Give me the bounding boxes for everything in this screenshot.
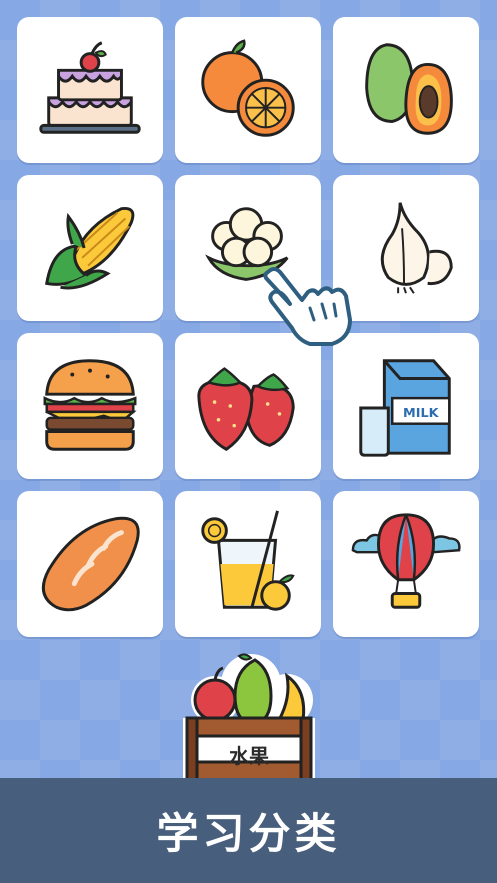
tile-strawberry[interactable] <box>175 333 321 479</box>
tile-papaya[interactable] <box>333 17 479 163</box>
bread-icon <box>41 516 140 612</box>
fruit-category-crate[interactable]: 水果 <box>175 648 323 794</box>
strawberry-icon <box>197 367 295 451</box>
tile-bread[interactable] <box>17 491 163 637</box>
tile-burger[interactable] <box>17 333 163 479</box>
tile-cake[interactable] <box>17 17 163 163</box>
category-label: 水果 <box>229 744 269 768</box>
food-grid: MILK <box>17 17 479 637</box>
hot-air-balloon-icon <box>351 513 461 609</box>
papaya-icon <box>365 43 453 135</box>
garlic-icon <box>380 202 453 294</box>
page-title: 学习分类 <box>156 809 341 858</box>
cauliflower-icon <box>205 207 289 281</box>
milk-icon: MILK <box>359 359 451 457</box>
tile-juice[interactable] <box>175 491 321 637</box>
juice-icon <box>201 510 295 611</box>
fruit-crate-icon <box>183 653 315 788</box>
burger-icon <box>43 359 137 451</box>
tile-milk[interactable]: MILK <box>333 333 479 479</box>
corn-icon <box>45 206 135 290</box>
svg-text:MILK: MILK <box>403 406 440 421</box>
tile-orange[interactable] <box>175 17 321 163</box>
tile-garlic[interactable] <box>333 175 479 321</box>
orange-icon <box>201 39 295 137</box>
tile-corn[interactable] <box>17 175 163 321</box>
cake-icon <box>39 41 141 134</box>
tile-cauliflower[interactable] <box>175 175 321 321</box>
tile-balloon[interactable] <box>333 491 479 637</box>
